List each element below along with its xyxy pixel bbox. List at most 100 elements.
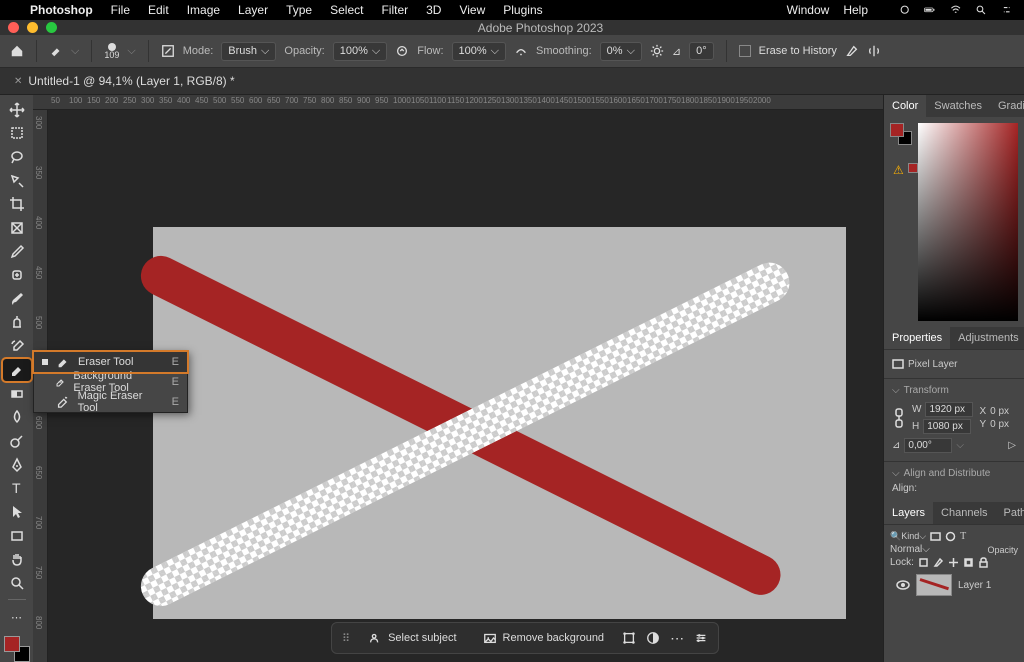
tab-adjustments[interactable]: Adjustments xyxy=(950,327,1024,349)
brush-preset[interactable]: 109 xyxy=(104,43,119,60)
eraser-tool-icon[interactable] xyxy=(49,44,63,58)
opacity-input[interactable]: 100%⌵ xyxy=(333,42,387,61)
filter-type-icon[interactable]: T xyxy=(960,531,966,542)
healing-tool[interactable] xyxy=(3,265,31,287)
document-tab[interactable]: ✕ Untitled-1 @ 94,1% (Layer 1, RGB/8) * xyxy=(0,68,249,94)
link-wh-icon[interactable] xyxy=(892,407,906,429)
zoom-tool[interactable] xyxy=(3,572,31,594)
wifi-icon[interactable] xyxy=(950,4,961,15)
app-name-menu[interactable]: Photoshop xyxy=(30,3,93,17)
align-header[interactable]: Align and Distribute xyxy=(904,468,991,479)
tablet-pressure-icon[interactable] xyxy=(845,44,859,58)
lasso-tool[interactable] xyxy=(3,146,31,168)
eraser-tool[interactable] xyxy=(3,359,31,381)
symmetry-icon[interactable] xyxy=(867,44,881,58)
filter-adjust-icon[interactable] xyxy=(945,531,956,542)
close-window-button[interactable] xyxy=(8,22,19,33)
ruler-horizontal[interactable]: 5010015020025030035040045050055060065070… xyxy=(33,95,883,110)
tab-color[interactable]: Color xyxy=(884,95,926,117)
menu-help[interactable]: Help xyxy=(843,3,868,17)
menu-window[interactable]: Window xyxy=(787,3,830,17)
tab-swatches[interactable]: Swatches xyxy=(926,95,990,117)
pen-tool[interactable] xyxy=(3,454,31,476)
rotation-input[interactable] xyxy=(904,438,952,453)
layer-name[interactable]: Layer 1 xyxy=(958,580,991,591)
menu-type[interactable]: Type xyxy=(286,3,312,17)
select-subject-button[interactable]: Select subject xyxy=(360,628,464,648)
brush-tool[interactable] xyxy=(3,288,31,310)
crop-tool[interactable] xyxy=(3,194,31,216)
marquee-tool[interactable] xyxy=(3,123,31,145)
history-brush-tool[interactable] xyxy=(3,336,31,358)
airbrush-icon[interactable] xyxy=(514,44,528,58)
width-input[interactable] xyxy=(925,402,973,417)
visibility-icon[interactable] xyxy=(896,578,910,592)
adjustment-icon[interactable] xyxy=(646,631,660,645)
menu-select[interactable]: Select xyxy=(330,3,363,17)
menu-edit[interactable]: Edit xyxy=(148,3,169,17)
minimize-window-button[interactable] xyxy=(27,22,38,33)
layer-thumbnail[interactable] xyxy=(916,574,952,596)
properties-icon[interactable] xyxy=(694,631,708,645)
close-tab-icon[interactable]: ✕ xyxy=(14,76,22,87)
color-swatches-tool[interactable] xyxy=(4,636,30,662)
foreground-color-swatch[interactable] xyxy=(4,636,20,652)
remove-background-button[interactable]: Remove background xyxy=(475,628,613,648)
websafe-swatch[interactable] xyxy=(908,163,918,173)
path-selection-tool[interactable] xyxy=(3,501,31,523)
control-center-icon[interactable] xyxy=(1001,4,1012,15)
filter-pixel-icon[interactable] xyxy=(930,531,941,542)
home-icon[interactable] xyxy=(10,44,24,58)
angle-input[interactable]: 0° xyxy=(689,42,714,60)
lock-pixels-icon[interactable] xyxy=(918,557,929,568)
smoothing-input[interactable]: 0%⌵ xyxy=(600,42,642,61)
layer-row[interactable]: Layer 1 xyxy=(890,570,1018,600)
type-tool[interactable]: T xyxy=(3,478,31,500)
menu-filter[interactable]: Filter xyxy=(381,3,408,17)
frame-tool[interactable] xyxy=(3,217,31,239)
color-field[interactable] xyxy=(918,123,1018,321)
selection-tool[interactable] xyxy=(3,170,31,192)
tab-properties[interactable]: Properties xyxy=(884,327,950,349)
gradient-tool[interactable] xyxy=(3,383,31,405)
menu-image[interactable]: Image xyxy=(187,3,220,17)
eyedropper-tool[interactable] xyxy=(3,241,31,263)
blend-mode-dropdown[interactable]: Normal⌵ xyxy=(890,544,930,555)
flyout-magic-eraser[interactable]: Magic Eraser Tool E xyxy=(34,392,187,412)
lock-paint-icon[interactable] xyxy=(933,557,944,568)
menu-layer[interactable]: Layer xyxy=(238,3,268,17)
dodge-tool[interactable] xyxy=(3,430,31,452)
smoothing-gear-icon[interactable] xyxy=(650,44,664,58)
color-picker[interactable]: ⚠ xyxy=(884,117,1024,327)
tab-layers[interactable]: Layers xyxy=(884,502,933,524)
menu-view[interactable]: View xyxy=(459,3,485,17)
height-input[interactable] xyxy=(923,419,971,434)
hand-tool[interactable] xyxy=(3,548,31,570)
opacity-pressure-icon[interactable] xyxy=(395,44,409,58)
layer-filter-kind[interactable]: 🔍Kind⌵ xyxy=(890,531,926,542)
tab-channels[interactable]: Channels xyxy=(933,502,995,524)
artboard[interactable] xyxy=(153,227,846,619)
record-icon[interactable] xyxy=(899,4,910,15)
clone-stamp-tool[interactable] xyxy=(3,312,31,334)
search-icon[interactable] xyxy=(975,4,986,15)
flyout-background-eraser[interactable]: Background Eraser Tool E xyxy=(34,372,187,392)
erase-history-checkbox[interactable] xyxy=(739,45,751,57)
edit-toolbar[interactable]: ⋯ xyxy=(3,607,31,629)
lock-all-icon[interactable] xyxy=(978,557,989,568)
blur-tool[interactable] xyxy=(3,407,31,429)
maximize-window-button[interactable] xyxy=(46,22,57,33)
menu-3d[interactable]: 3D xyxy=(426,3,441,17)
flow-input[interactable]: 100%⌵ xyxy=(452,42,506,61)
gamut-warning-icon[interactable]: ⚠ xyxy=(893,163,904,177)
picker-fg-swatch[interactable] xyxy=(890,123,904,137)
lock-artboard-icon[interactable] xyxy=(963,557,974,568)
brush-settings-icon[interactable] xyxy=(161,44,175,58)
shape-tool[interactable] xyxy=(3,525,31,547)
transform-header[interactable]: Transform xyxy=(904,385,949,396)
transform-icon[interactable] xyxy=(622,631,636,645)
flyout-eraser-tool[interactable]: Eraser Tool E xyxy=(34,352,187,372)
more-icon[interactable]: ⋯ xyxy=(670,630,684,647)
menu-plugins[interactable]: Plugins xyxy=(503,3,542,17)
move-tool[interactable] xyxy=(3,99,31,121)
